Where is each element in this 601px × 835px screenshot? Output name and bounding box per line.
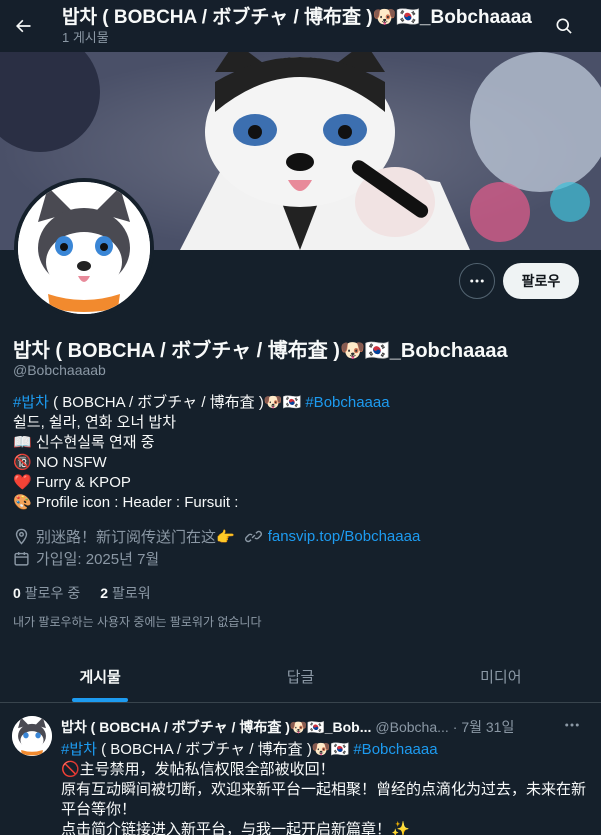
profile-website-link[interactable]: fansvip.top/Bobchaaaa — [268, 528, 421, 545]
follow-stats: 0 팔로우 중 2 팔로워 — [13, 583, 151, 603]
tab-label: 미디어 — [480, 668, 522, 686]
header-title: 밥차 ( BOBCHA / ボブチャ / 博布査 )🐶🇰🇷_Bobchaaaa — [62, 7, 532, 28]
avatar-husky-image — [18, 182, 150, 314]
post-header: 밥차 ( BOBCHA / ボブチャ / 博布査 )🐶🇰🇷_Bob... @Bo… — [61, 717, 591, 737]
profile-joined-date: 가입일: 2025년 7월 — [36, 551, 160, 568]
tab-replies[interactable]: 답글 — [200, 650, 400, 702]
hashtag-link[interactable]: #Bobchaaaa — [305, 394, 389, 411]
followers-label: 팔로워 — [112, 585, 151, 601]
tab-media[interactable]: 미디어 — [401, 650, 601, 702]
back-button[interactable] — [8, 11, 38, 41]
search-icon — [556, 18, 572, 34]
post-line-1-text: ( BOBCHA / ボブチャ / 博布査 )🐶🇰🇷 — [96, 741, 354, 758]
mutual-followers-note: 내가 팔로우하는 사용자 중에는 팔로워가 없습니다 — [13, 615, 262, 629]
arrow-left-icon — [16, 19, 31, 33]
hashtag-link[interactable]: #Bobchaaaa — [353, 741, 437, 758]
followers-count: 2 — [100, 585, 109, 601]
active-tab-indicator — [72, 698, 129, 702]
followers-stat[interactable]: 2 팔로워 — [100, 583, 150, 603]
bio-line-1-text: ( BOBCHA / ボブチャ / 博布査 )🐶🇰🇷 — [48, 394, 306, 411]
bio-line-4: 🔞 NO NSFW — [13, 454, 107, 471]
bio-line-5: ❤️ Furry & KPOP — [13, 474, 131, 491]
search-button[interactable] — [551, 13, 577, 39]
post-more-button[interactable] — [563, 716, 581, 738]
more-options-button[interactable] — [459, 263, 495, 299]
profile-bio: #밥차 ( BOBCHA / ボブチャ / 博布査 )🐶🇰🇷 #Bobchaaa… — [13, 393, 588, 513]
post-author-handle[interactable]: @Bobcha... — [375, 719, 448, 735]
profile-avatar[interactable] — [14, 178, 154, 318]
post-line-2: 🚫主号禁用，发帖私信权限全部被收回！ — [61, 761, 335, 778]
post-author-name[interactable]: 밥차 ( BOBCHA / ボブチャ / 博布査 )🐶🇰🇷_Bob... — [61, 717, 371, 737]
post-line-4: 点击简介链接进入新平台，与我一起开启新篇章！✨ — [61, 821, 410, 835]
post-date[interactable]: · 7월 31일 — [453, 717, 515, 737]
tab-posts[interactable]: 게시물 — [0, 650, 200, 702]
display-name: 밥차 ( BOBCHA / ボブチャ / 博布査 )🐶🇰🇷_Bobchaaaa — [13, 340, 508, 362]
post-count: 1 게시물 — [62, 30, 109, 45]
hashtag-link[interactable]: #밥차 — [61, 741, 97, 758]
calendar-icon — [14, 552, 29, 566]
post-avatar[interactable] — [12, 716, 52, 756]
profile-location: 别迷路！新订阅传送门在这👉 — [36, 529, 235, 546]
profile-handle: @Bobchaaaab — [13, 362, 106, 378]
more-dots-icon — [470, 279, 484, 283]
bio-line-2: 쉴드, 쉴라, 연화 오너 밥차 — [13, 414, 177, 431]
profile-tabs: 게시물 답글 미디어 — [0, 650, 601, 703]
post-avatar-husky-image — [12, 716, 52, 756]
following-label: 팔로우 중 — [24, 585, 81, 601]
top-bar: 밥차 ( BOBCHA / ボブチャ / 博布査 )🐶🇰🇷_Bobchaaaa … — [0, 0, 601, 52]
post-text: #밥차 ( BOBCHA / ボブチャ / 博布査 )🐶🇰🇷 #Bobchaaa… — [61, 740, 586, 835]
post-item[interactable]: 밥차 ( BOBCHA / ボブチャ / 博布査 )🐶🇰🇷_Bob... @Bo… — [0, 704, 601, 835]
following-count: 0 — [13, 585, 21, 601]
profile-meta-row: 别迷路！新订阅传送门在这👉 fansvip.top/Bobchaaaa — [13, 526, 420, 547]
more-dots-icon — [565, 723, 579, 727]
bio-line-1: #밥차 ( BOBCHA / ボブチャ / 博布査 )🐶🇰🇷 #Bobchaaa… — [13, 393, 588, 413]
link-icon — [244, 530, 262, 543]
following-stat[interactable]: 0 팔로우 중 — [13, 583, 80, 603]
follow-button[interactable]: 팔로우 — [503, 263, 579, 299]
location-pin-icon — [15, 528, 28, 545]
hashtag-link[interactable]: #밥차 — [13, 394, 49, 411]
tab-label: 답글 — [286, 668, 315, 686]
bio-line-3: 📖 신수현실록 연재 중 — [13, 434, 155, 451]
tab-label: 게시물 — [79, 668, 121, 686]
post-line-3: 原有互动瞬间被切断，欢迎来新平台一起相聚！曾经的点滴化为过去，未来在新平台等你！ — [61, 781, 587, 818]
profile-joined-row: 가입일: 2025년 7월 — [13, 548, 159, 569]
post-line-1: #밥차 ( BOBCHA / ボブチャ / 博布査 )🐶🇰🇷 #Bobchaaa… — [61, 740, 586, 760]
bio-line-6: 🎨 Profile icon : Header : Fursuit : — [13, 494, 239, 511]
